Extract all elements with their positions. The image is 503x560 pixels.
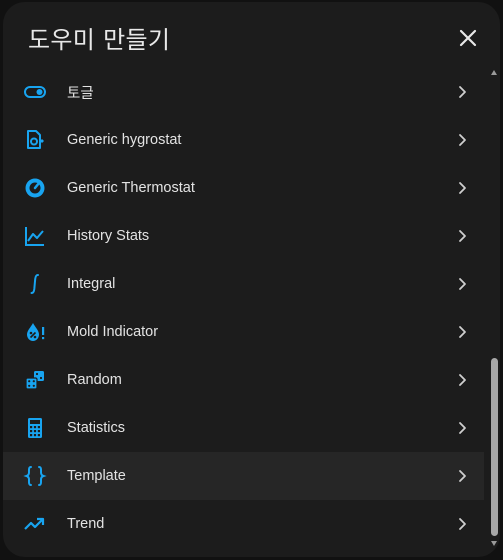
- thermostat-icon: [23, 176, 47, 200]
- helper-list: 토글 Generic hygrostat Generic Thermostat …: [3, 68, 484, 551]
- create-helper-dialog: 도우미 만들기 토글 Generic hygrostat Generic The…: [3, 2, 500, 557]
- chart-line-icon: [23, 224, 47, 248]
- list-item-mold-indicator[interactable]: Mold Indicator: [3, 308, 484, 356]
- chevron-right-icon: [459, 278, 466, 290]
- list-item-label: Template: [67, 468, 126, 484]
- list-item-random[interactable]: Random: [3, 356, 484, 404]
- close-button[interactable]: [456, 26, 480, 50]
- chevron-right-icon: [459, 374, 466, 386]
- chevron-right-icon: [459, 422, 466, 434]
- chevron-right-icon: [459, 182, 466, 194]
- dialog-header: 도우미 만들기: [3, 2, 500, 72]
- code-braces-icon: [23, 464, 47, 488]
- list-item-generic-thermostat[interactable]: Generic Thermostat: [3, 164, 484, 212]
- list-item-trend[interactable]: Trend: [3, 500, 484, 548]
- chevron-right-icon: [459, 134, 466, 146]
- list-item-label: Generic Thermostat: [67, 180, 195, 196]
- calculator-icon: [23, 416, 47, 440]
- mold-drop-icon: [23, 320, 47, 344]
- list-item-label: History Stats: [67, 228, 150, 244]
- close-icon: [459, 29, 477, 47]
- list-item-label: Random: [67, 372, 122, 388]
- list-item-generic-hygrostat[interactable]: Generic hygrostat: [3, 116, 484, 164]
- scroll-down-arrow[interactable]: [491, 541, 497, 546]
- list-item-label: Trend: [67, 516, 105, 532]
- chevron-right-icon: [459, 470, 466, 482]
- chevron-right-icon: [459, 326, 466, 338]
- integral-icon: [23, 272, 47, 296]
- trending-up-icon: [23, 512, 47, 536]
- list-item-template[interactable]: Template: [3, 452, 484, 500]
- list-item-label: Integral: [67, 276, 116, 292]
- dice-icon: [23, 368, 47, 392]
- list-item-label: Statistics: [67, 420, 126, 436]
- toggle-switch-icon: [23, 80, 47, 104]
- list-item-history-stats[interactable]: History Stats: [3, 212, 484, 260]
- list-item-statistics[interactable]: Statistics: [3, 404, 484, 452]
- list-item-integral[interactable]: Integral: [3, 260, 484, 308]
- chevron-right-icon: [459, 86, 466, 98]
- chevron-right-icon: [459, 230, 466, 242]
- list-item-toggle[interactable]: 토글: [3, 68, 484, 116]
- scroll-up-arrow[interactable]: [491, 70, 497, 75]
- chevron-right-icon: [459, 518, 466, 530]
- list-item-label: Mold Indicator: [67, 324, 159, 340]
- list-item-label: 토글: [67, 85, 94, 102]
- scrollbar-thumb[interactable]: [491, 358, 498, 536]
- list-item-label: Generic hygrostat: [67, 132, 182, 148]
- hygrostat-icon: [23, 128, 47, 152]
- dialog-title: 도우미 만들기: [28, 26, 171, 54]
